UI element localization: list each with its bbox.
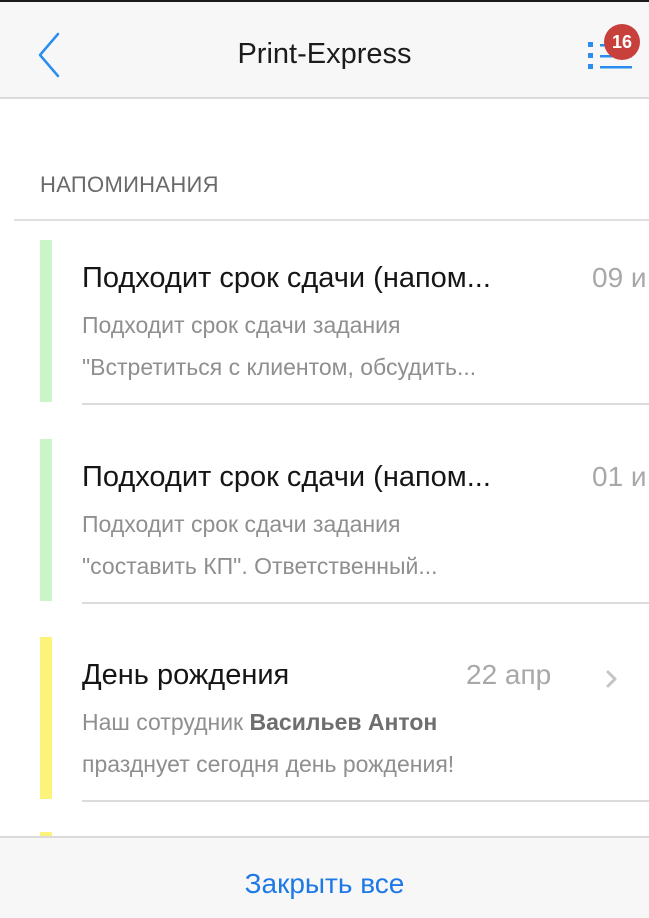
- status-bar: [40, 240, 52, 402]
- reminder-text-line: Наш сотрудник Васильев Антон: [82, 709, 622, 736]
- reminder-title: Подходит срок сдачи (напом...: [82, 262, 491, 294]
- reminder-text-line: Подходит срок сдачи задания: [82, 511, 401, 537]
- section-title: НАПОМИНАНИЯ: [40, 172, 219, 197]
- reminder-text-line: "Встретиться с клиентом, обсудить...: [82, 354, 477, 380]
- reminder-text-line: "составить КП". Ответственный...: [82, 553, 438, 579]
- reminder-item[interactable]: Подходит срок сдачи (напом... 01 и Подхо…: [0, 439, 649, 639]
- status-bar: [40, 637, 52, 799]
- reminder-text-line: Подходит срок сдачи задания: [82, 312, 401, 338]
- employee-name: Васильев Антон: [249, 709, 438, 735]
- text-prefix: Наш сотрудник: [82, 709, 250, 735]
- reminder-item[interactable]: День рождения 22 апр Наш сотрудник Васил…: [0, 637, 649, 837]
- reminder-date: 09 и: [592, 262, 647, 293]
- reminder-date: 22 апр: [466, 659, 552, 690]
- chevron-right-icon: [606, 670, 617, 688]
- close-all-button[interactable]: Закрыть все: [0, 868, 649, 900]
- reminder-text-line: празднует сегодня день рождения!: [82, 751, 455, 777]
- nav-bar: Print-Express: [0, 2, 649, 99]
- reminder-date: 01 и: [592, 461, 647, 492]
- reminder-title: Подходит срок сдачи (напом...: [82, 461, 491, 493]
- page-title: Print-Express: [237, 38, 412, 70]
- item-divider: [82, 403, 649, 405]
- item-divider: [82, 602, 649, 604]
- footer-bar: Закрыть все: [0, 836, 649, 918]
- section-divider: [14, 219, 649, 221]
- reminder-item[interactable]: Подходит срок сдачи (напом... 09 и Подхо…: [0, 240, 649, 440]
- notification-badge: 16: [604, 24, 640, 60]
- status-bar: [40, 439, 52, 601]
- item-divider: [82, 800, 649, 802]
